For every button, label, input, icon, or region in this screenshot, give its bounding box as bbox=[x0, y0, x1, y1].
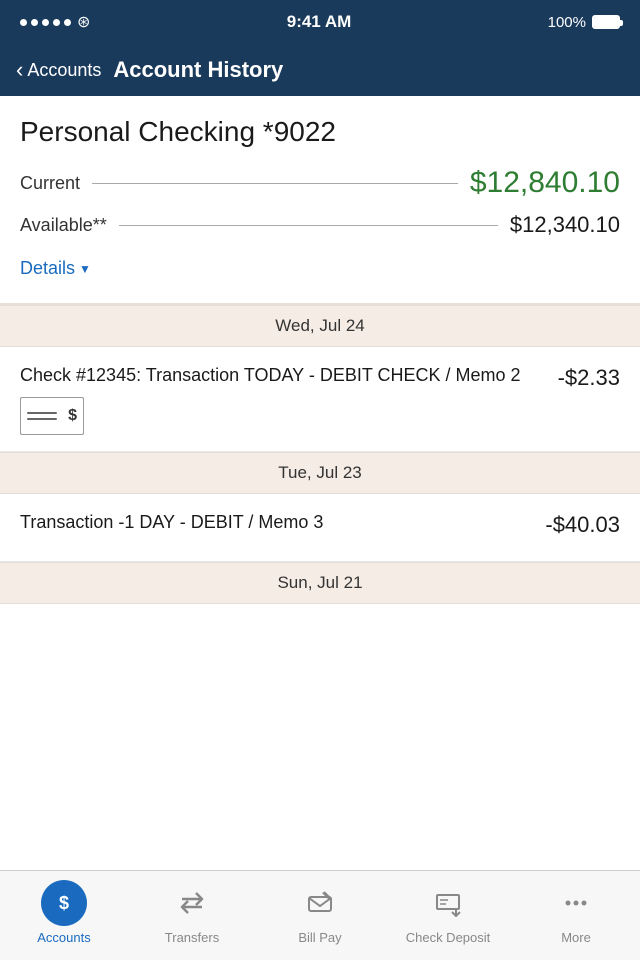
account-info-section: Personal Checking *9022 Current $12,840.… bbox=[0, 96, 640, 303]
available-label: Available** bbox=[20, 215, 107, 236]
available-balance-value: $12,340.10 bbox=[510, 212, 620, 238]
tab-transfers[interactable]: Transfers bbox=[128, 871, 256, 960]
accounts-dollar-icon: $ bbox=[50, 889, 78, 917]
bill-pay-icon bbox=[306, 889, 334, 917]
date-header-0: Wed, Jul 24 bbox=[0, 305, 640, 347]
tab-bill-pay[interactable]: Bill Pay bbox=[256, 871, 384, 960]
transaction-item-0[interactable]: Check #12345: Transaction TODAY - DEBIT … bbox=[0, 347, 640, 452]
status-left: ⊛ bbox=[20, 12, 90, 32]
date-header-1: Tue, Jul 23 bbox=[0, 452, 640, 494]
details-link[interactable]: Details ▼ bbox=[20, 258, 91, 293]
transaction-left-0: Check #12345: Transaction TODAY - DEBIT … bbox=[20, 363, 558, 435]
more-icon-wrap bbox=[553, 880, 599, 926]
more-dots-icon bbox=[562, 889, 590, 917]
signal-dots bbox=[20, 19, 71, 26]
back-chevron-icon: ‹ bbox=[16, 57, 23, 83]
transaction-amount-0: -$2.33 bbox=[558, 363, 620, 391]
tab-transfers-label: Transfers bbox=[165, 930, 219, 945]
wifi-icon: ⊛ bbox=[77, 12, 90, 32]
date-label-1: Tue, Jul 23 bbox=[278, 463, 361, 482]
transfers-icon bbox=[178, 889, 206, 917]
back-button[interactable]: ‹ Accounts bbox=[16, 57, 101, 83]
check-lines bbox=[27, 412, 57, 420]
tab-more-label: More bbox=[561, 930, 591, 945]
transfers-icon-wrap bbox=[169, 880, 215, 926]
check-icon-0: $ bbox=[20, 397, 84, 435]
current-balance-row: Current $12,840.10 bbox=[20, 166, 620, 200]
back-label: Accounts bbox=[27, 60, 101, 81]
svg-text:$: $ bbox=[59, 893, 69, 913]
transaction-item-1[interactable]: Transaction -1 DAY - DEBIT / Memo 3 -$40… bbox=[0, 494, 640, 561]
check-line-2 bbox=[27, 418, 57, 420]
current-balance-value: $12,840.10 bbox=[470, 166, 620, 200]
accounts-icon-wrap: $ bbox=[41, 880, 87, 926]
transaction-desc-1: Transaction -1 DAY - DEBIT / Memo 3 bbox=[20, 510, 529, 534]
battery-percent: 100% bbox=[548, 14, 586, 31]
content-area: Personal Checking *9022 Current $12,840.… bbox=[0, 96, 640, 870]
page-title: Account History bbox=[113, 57, 283, 83]
check-line-1 bbox=[27, 412, 57, 414]
details-arrow-icon: ▼ bbox=[79, 262, 91, 276]
transaction-amount-1: -$40.03 bbox=[545, 510, 620, 538]
date-header-2: Sun, Jul 21 bbox=[0, 562, 640, 604]
tab-check-deposit-label: Check Deposit bbox=[406, 930, 491, 945]
status-bar: ⊛ 9:41 AM 100% bbox=[0, 0, 640, 44]
transaction-desc-0: Check #12345: Transaction TODAY - DEBIT … bbox=[20, 363, 542, 387]
bill-pay-icon-wrap bbox=[297, 880, 343, 926]
current-label: Current bbox=[20, 173, 80, 194]
status-right: 100% bbox=[548, 14, 620, 31]
check-deposit-icon bbox=[434, 889, 462, 917]
tab-bar: $ Accounts Transfers bbox=[0, 870, 640, 960]
battery-icon bbox=[592, 15, 620, 29]
date-label-2: Sun, Jul 21 bbox=[277, 573, 362, 592]
tab-bill-pay-label: Bill Pay bbox=[298, 930, 341, 945]
transaction-left-1: Transaction -1 DAY - DEBIT / Memo 3 bbox=[20, 510, 545, 544]
status-time: 9:41 AM bbox=[287, 12, 352, 32]
nav-header: ‹ Accounts Account History bbox=[0, 44, 640, 96]
tab-accounts[interactable]: $ Accounts bbox=[0, 871, 128, 960]
details-label: Details bbox=[20, 258, 75, 279]
date-label-0: Wed, Jul 24 bbox=[275, 316, 364, 335]
tab-accounts-label: Accounts bbox=[37, 930, 90, 945]
available-balance-row: Available** $12,340.10 bbox=[20, 212, 620, 238]
current-divider-line bbox=[92, 183, 458, 184]
tab-more[interactable]: More bbox=[512, 871, 640, 960]
account-name: Personal Checking *9022 bbox=[20, 116, 620, 148]
tab-check-deposit[interactable]: Check Deposit bbox=[384, 871, 512, 960]
check-deposit-icon-wrap bbox=[425, 880, 471, 926]
available-divider-line bbox=[119, 225, 498, 226]
check-dollar-sign: $ bbox=[68, 407, 77, 425]
